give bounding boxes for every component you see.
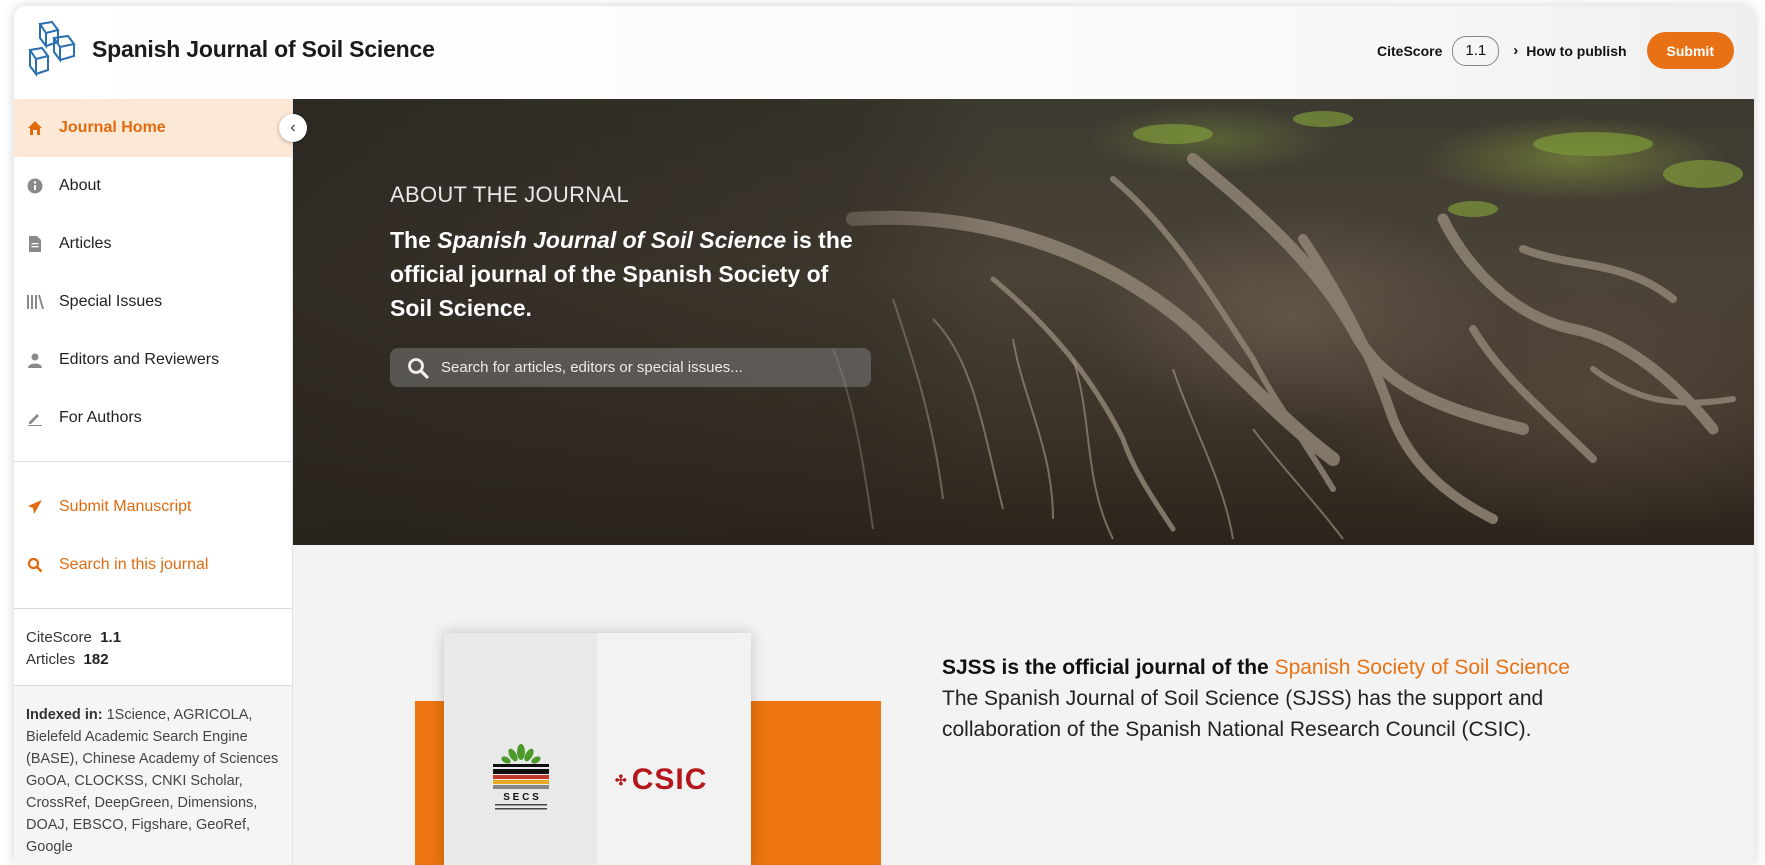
- indexed-in-text: 1Science, AGRICOLA, Bielefeld Academic S…: [26, 707, 279, 855]
- sidebar: Journal Home About Articles Special Issu…: [14, 99, 293, 865]
- hero-search-bar[interactable]: [390, 348, 871, 387]
- csic-logo-text: CSIC: [631, 763, 708, 796]
- sidebar-item-for-authors[interactable]: For Authors: [14, 389, 292, 447]
- hero-headline: The Spanish Journal of Soil Science is t…: [390, 223, 860, 325]
- journal-description: SJSS is the official journal of the Span…: [942, 652, 1662, 745]
- search-icon: [408, 357, 429, 379]
- how-to-publish-label: How to publish: [1526, 42, 1627, 59]
- sidebar-item-label: Articles: [59, 235, 112, 252]
- articles-stat-value: 182: [83, 651, 109, 668]
- sidebar-item-label: Special Issues: [59, 293, 163, 310]
- secs-logo-text: S E C S: [503, 792, 539, 803]
- search-icon: [26, 556, 44, 574]
- books-icon: [26, 293, 44, 311]
- search-journal-link[interactable]: Search in this journal: [14, 536, 292, 594]
- collapse-sidebar-button[interactable]: ‹: [279, 114, 307, 142]
- articles-stat: Articles 182: [26, 649, 280, 671]
- journal-title[interactable]: Spanish Journal of Soil Science: [92, 36, 435, 63]
- journal-logo-icon[interactable]: [26, 20, 76, 80]
- citescore-stat-value: 1.1: [100, 629, 122, 646]
- partner-logos-card: S E C S ✣ CSIC: [444, 633, 751, 865]
- browser-frame: Spanish Journal of Soil Science CiteScor…: [14, 6, 1754, 865]
- citescore-label: CiteScore: [1377, 42, 1443, 59]
- journal-description-body: The Spanish Journal of Soil Science (SJS…: [942, 687, 1544, 741]
- document-icon: [26, 235, 44, 253]
- csic-logo: ✣ CSIC: [615, 763, 707, 797]
- hero-kicker: ABOUT THE JOURNAL: [390, 182, 630, 207]
- sidebar-item-articles[interactable]: Articles: [14, 215, 292, 273]
- chevron-right-icon: ›: [1513, 42, 1519, 59]
- header-actions: CiteScore 1.1 › How to publish Submit: [1377, 32, 1734, 69]
- hero-banner: ABOUT THE JOURNAL The Spanish Journal of…: [293, 99, 1754, 545]
- sidebar-item-editors[interactable]: Editors and Reviewers: [14, 331, 292, 389]
- hero-text-pre: The: [390, 227, 438, 253]
- chevron-left-icon: ‹: [290, 119, 296, 136]
- person-icon: [26, 351, 44, 369]
- submit-manuscript-link[interactable]: Submit Manuscript: [14, 478, 292, 536]
- journal-description-lead: SJSS is the official journal of the Span…: [942, 652, 1662, 683]
- indexed-in-label: Indexed in:: [26, 707, 103, 723]
- site-header: Spanish Journal of Soil Science CiteScor…: [14, 6, 1754, 99]
- spanish-society-link[interactable]: Spanish Society of Soil Science: [1275, 656, 1570, 679]
- sidebar-item-about[interactable]: About: [14, 157, 292, 215]
- lead-text: SJSS is the official journal of the: [942, 656, 1275, 679]
- search-journal-label: Search in this journal: [59, 556, 209, 573]
- journal-stats: CiteScore 1.1 Articles 182: [14, 609, 292, 685]
- articles-stat-label: Articles: [26, 651, 76, 668]
- sidebar-item-label: About: [59, 177, 101, 194]
- csic-panel: ✣ CSIC: [597, 633, 751, 865]
- sidebar-item-special-issues[interactable]: Special Issues: [14, 273, 292, 331]
- how-to-publish-link[interactable]: › How to publish: [1513, 42, 1626, 59]
- submit-button[interactable]: Submit: [1646, 32, 1734, 69]
- home-icon: [26, 119, 44, 137]
- indexed-in-list: Indexed in: 1Science, AGRICOLA, Bielefel…: [14, 686, 292, 865]
- hero-search-input[interactable]: [441, 359, 841, 376]
- citescore-stat: CiteScore 1.1: [26, 627, 280, 649]
- pencil-icon: [26, 409, 44, 427]
- hero-text-italic: Spanish Journal of Soil Science: [437, 227, 787, 253]
- csic-emblem-icon: ✣: [615, 771, 628, 788]
- sidebar-item-label: Editors and Reviewers: [59, 351, 220, 368]
- info-icon: [26, 177, 44, 195]
- sidebar-item-journal-home[interactable]: Journal Home: [14, 99, 292, 157]
- sidebar-item-label: Journal Home: [59, 119, 166, 136]
- paper-plane-icon: [26, 498, 44, 516]
- secs-logo: S E C S: [493, 744, 549, 810]
- citescore-badge: 1.1: [1452, 35, 1500, 66]
- submit-manuscript-label: Submit Manuscript: [59, 498, 192, 515]
- sidebar-item-label: For Authors: [59, 409, 142, 426]
- citescore-stat-label: CiteScore: [26, 629, 92, 646]
